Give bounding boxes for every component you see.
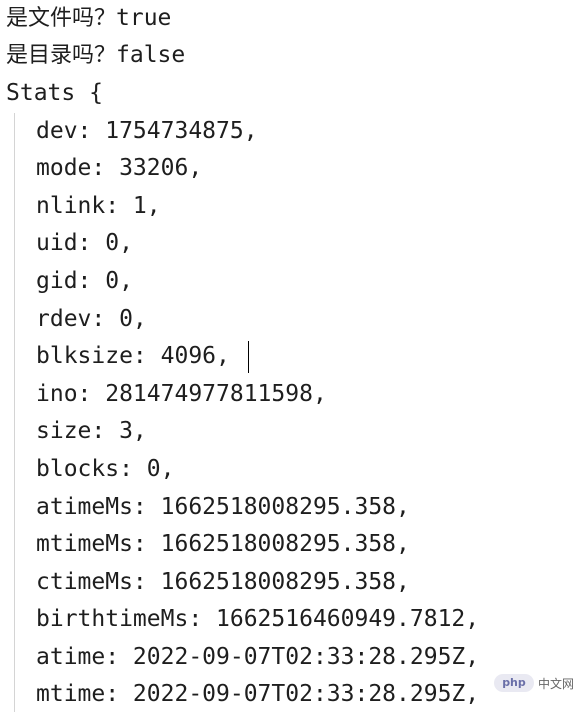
console-line-is-file: 是文件吗？true [6,0,171,37]
stats-field-mtime: mtime: 2022-09-07T02:33:28.295Z, [36,681,480,707]
is-directory-label: 是目录吗？ [6,43,117,68]
stats-open-line: Stats { [6,80,103,106]
site-watermark: php 中文网 [493,674,574,692]
stats-field-ino: ino: 281474977811598, [36,381,327,407]
is-directory-value: false [116,42,186,68]
stats-field-mode: mode: 33206, [36,155,203,181]
indent-guide [14,113,15,712]
stats-field-atimems: atimeMs: 1662518008295.358, [36,494,410,520]
stats-field-rdev: rdev: 0, [36,306,147,332]
stats-field-gid: gid: 0, [36,268,133,294]
console-output: 是文件吗？true 是目录吗？false Stats { dev: 175473… [0,0,580,712]
is-file-value: true [116,5,172,31]
stats-field-uid: uid: 0, [36,230,133,256]
stats-field-blksize: blksize: 4096, [36,343,230,369]
stats-field-ctimems: ctimeMs: 1662518008295.358, [36,569,410,595]
stats-field-dev: dev: 1754734875, [36,118,258,144]
stats-field-size: size: 3, [36,418,147,444]
php-logo-icon: php [493,674,534,692]
stats-field-birthtimems: birthtimeMs: 1662516460949.7812, [36,606,480,632]
stats-field-atime: atime: 2022-09-07T02:33:28.295Z, [36,644,480,670]
is-file-label: 是文件吗？ [6,6,117,31]
watermark-text: 中文网 [537,676,574,691]
console-line-is-directory: 是目录吗？false [6,37,185,74]
stats-field-mtimems: mtimeMs: 1662518008295.358, [36,531,410,557]
stats-field-blocks: blocks: 0, [36,456,175,482]
stats-field-nlink: nlink: 1, [36,193,161,219]
text-cursor [248,341,249,373]
